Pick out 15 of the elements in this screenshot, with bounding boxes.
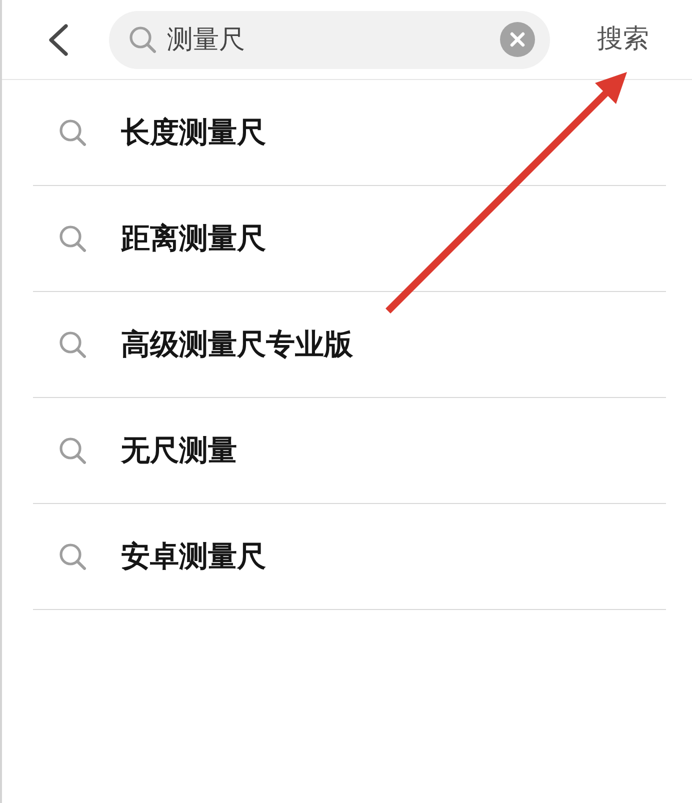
clear-icon <box>500 22 535 57</box>
search-icon <box>59 331 86 358</box>
search-button[interactable]: 搜索 <box>590 22 656 58</box>
search-icon <box>129 26 156 53</box>
suggestion-item[interactable]: 高级测量尺专业版 <box>33 292 666 398</box>
search-field[interactable]: 测量尺 <box>109 10 550 68</box>
back-icon <box>48 24 68 56</box>
search-icon <box>59 225 86 252</box>
suggestion-item[interactable]: 距离测量尺 <box>33 186 666 292</box>
search-input[interactable]: 测量尺 <box>167 20 500 60</box>
search-icon <box>59 119 86 146</box>
suggestion-item[interactable]: 无尺测量 <box>33 398 666 504</box>
suggestion-item[interactable]: 安卓测量尺 <box>33 504 666 610</box>
search-icon <box>59 437 86 464</box>
search-icon <box>59 543 86 570</box>
